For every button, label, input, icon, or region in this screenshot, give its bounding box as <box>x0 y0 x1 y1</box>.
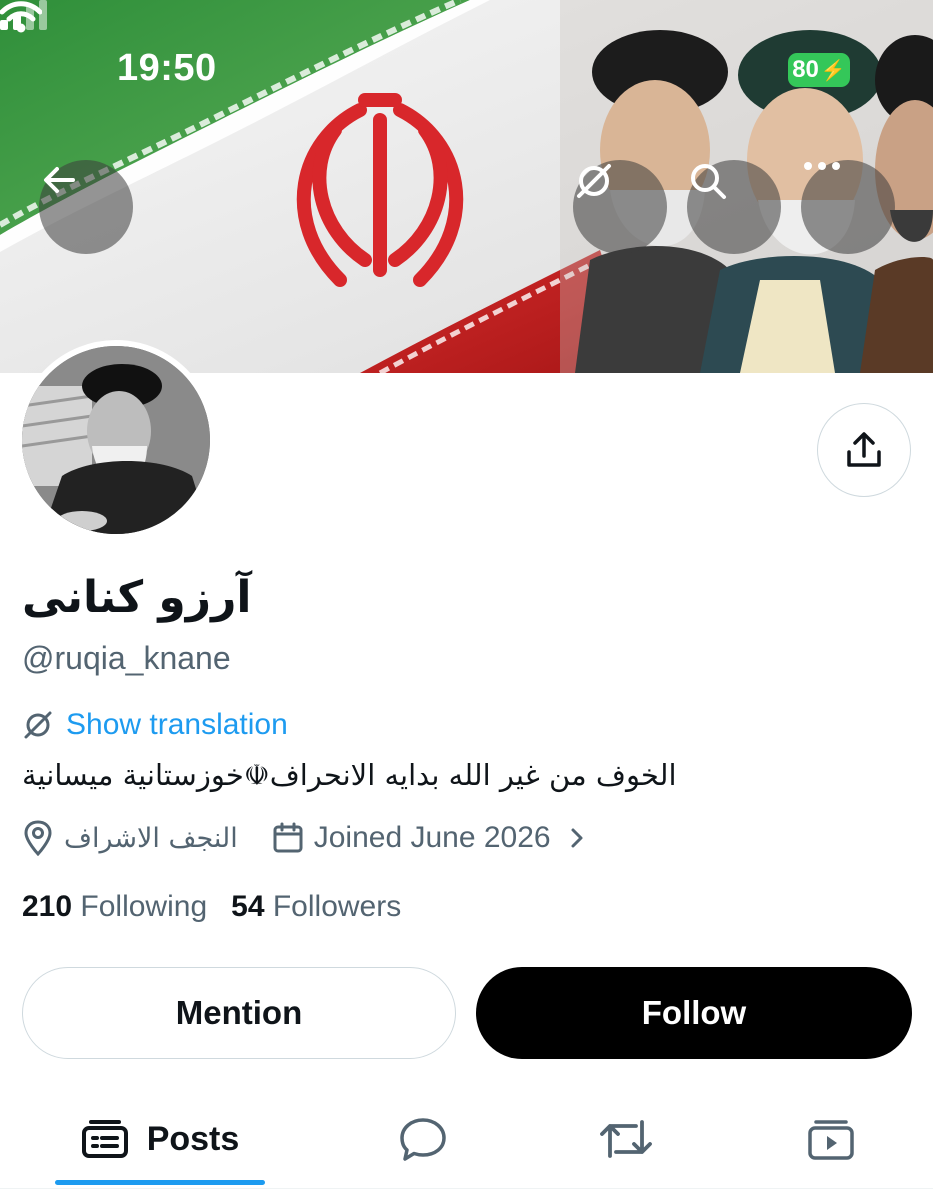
profile-tabs: Posts <box>0 1096 933 1186</box>
display-name: آرزو کنانی <box>22 572 252 623</box>
chevron-right-icon <box>571 828 583 848</box>
battery-charging-icon: 80 ⚡ <box>788 53 850 87</box>
follow-button[interactable]: Follow <box>476 967 912 1059</box>
show-translation-link[interactable]: Show translation <box>22 708 288 742</box>
more-button[interactable] <box>801 160 895 254</box>
profile-meta: النجف الاشراف Joined June 2026 <box>22 820 587 856</box>
search-icon <box>691 164 726 199</box>
avatar-image <box>22 346 210 534</box>
avatar[interactable] <box>16 340 216 540</box>
following-link[interactable]: 210 Following <box>22 890 207 924</box>
more-icon <box>804 162 840 170</box>
show-translation-label[interactable]: Show translation <box>66 708 288 742</box>
back-arrow-icon <box>44 167 75 193</box>
following-label: Following <box>80 890 208 923</box>
media-icon <box>808 1120 854 1160</box>
tab-posts[interactable]: Posts <box>55 1096 265 1182</box>
replies-icon <box>400 1118 446 1161</box>
follow-counts: 210 Following 54 Followers <box>22 890 401 924</box>
joined-text: Joined June 2026 <box>313 821 551 854</box>
tab-posts-label: Posts <box>146 1119 240 1158</box>
search-button[interactable] <box>687 160 781 254</box>
tabs-divider <box>0 1188 933 1189</box>
location: النجف الاشراف <box>22 820 238 856</box>
share-button[interactable] <box>817 403 911 497</box>
translate-icon <box>24 711 52 739</box>
active-tab-indicator <box>55 1180 265 1185</box>
profile-banner[interactable]: 19:50 80 ⚡ <box>0 0 933 373</box>
share-icon <box>847 432 881 467</box>
battery-level: 80 <box>792 56 819 83</box>
following-count: 210 <box>22 890 73 923</box>
tab-reposts[interactable] <box>583 1096 669 1182</box>
bio: الخوف من غير الله بدايه الانحراف☫خوزستان… <box>22 758 677 792</box>
tab-replies[interactable] <box>380 1096 466 1182</box>
back-button[interactable] <box>39 160 133 254</box>
handle: @ruqia_knane <box>22 640 231 676</box>
joined-date[interactable]: Joined June 2026 <box>272 821 587 855</box>
translate-button[interactable] <box>573 160 667 254</box>
posts-icon <box>81 1120 128 1158</box>
followers-link[interactable]: 54 Followers <box>231 890 401 924</box>
translate-icon <box>577 164 611 198</box>
location-pin-icon <box>24 820 52 856</box>
mention-button[interactable]: Mention <box>22 967 456 1059</box>
location-text: النجف الاشراف <box>64 822 238 854</box>
tab-media[interactable] <box>788 1096 874 1182</box>
calendar-icon <box>273 822 303 853</box>
followers-count: 54 <box>231 890 265 923</box>
followers-label: Followers <box>272 890 402 923</box>
reposts-icon <box>600 1120 652 1158</box>
wifi-icon <box>0 1 42 33</box>
status-time: 19:50 <box>117 47 217 89</box>
